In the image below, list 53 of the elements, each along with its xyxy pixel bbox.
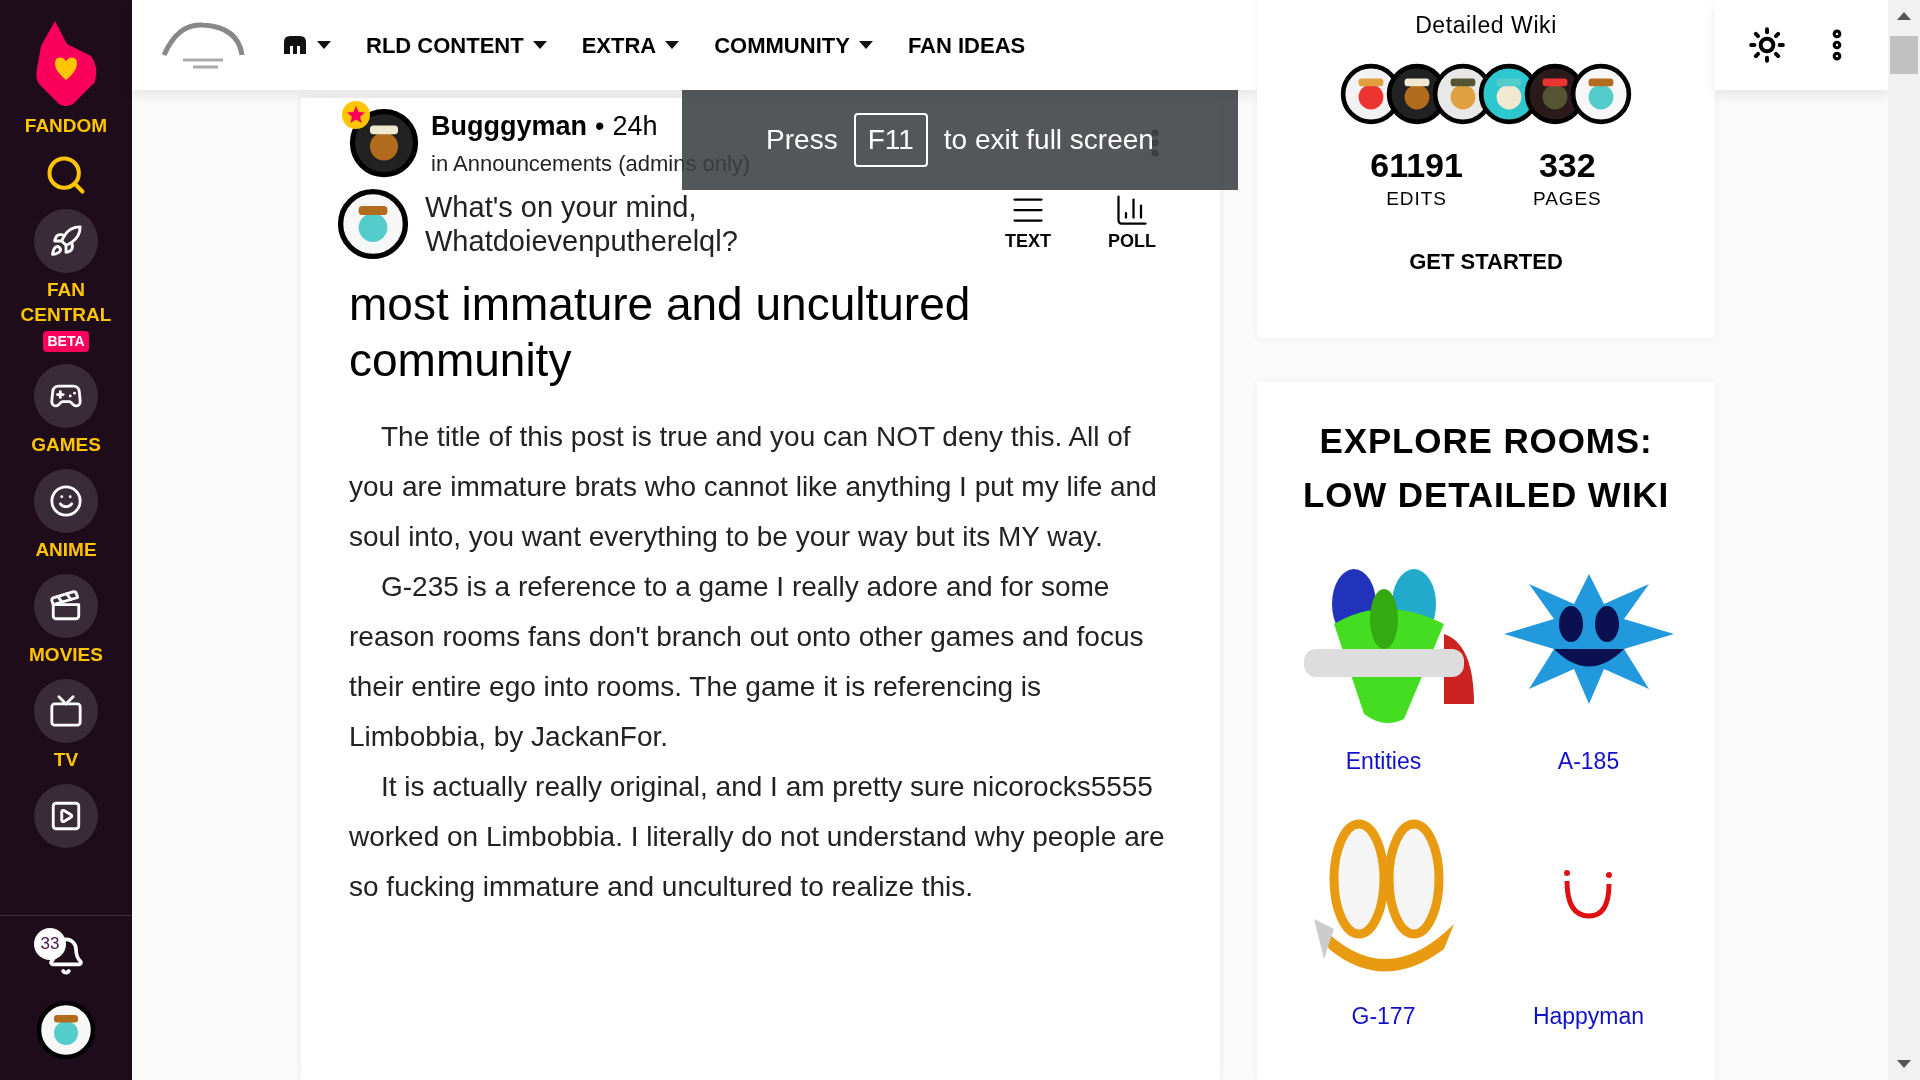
author-name[interactable]: Bugggyman <box>431 106 587 147</box>
text-button[interactable]: TEXT <box>988 192 1068 255</box>
wiki-glyph-icon <box>282 34 308 56</box>
sidebar-label[interactable]: TV <box>11 746 121 772</box>
nav-menu-button[interactable]: RLD CONTENT <box>366 28 548 62</box>
scrollbar-thumb[interactable] <box>1890 36 1918 74</box>
caret-icon <box>316 40 332 50</box>
star-badge-icon <box>341 99 371 130</box>
composer-placeholder[interactable]: What's on your mind, Whatdoievenputherelql? <box>425 189 895 258</box>
toast-text: Press <box>766 123 838 157</box>
theme-toggle-icon[interactable] <box>1747 26 1786 64</box>
explore-link[interactable]: Entities <box>1345 744 1422 779</box>
post-paragraph: The title of this post is true and you can NOT deny this. All of you are immature brats who cannot like anything I put my life and soul into, you want everything to be your way but its MY way. <box>349 419 1158 554</box>
nav-menu-button[interactable]: FAN IDEAS <box>907 28 1026 62</box>
home-menu-button[interactable] <box>282 34 332 56</box>
bar-chart-icon <box>1114 192 1150 228</box>
sidebar-label[interactable]: FAN CENTRAL <box>11 276 121 327</box>
smiley-icon <box>49 483 83 518</box>
post-time: 24h <box>612 110 658 143</box>
scroll-up-icon[interactable] <box>1897 12 1911 20</box>
stat-value: 61191 <box>1370 144 1463 185</box>
scroll-down-icon[interactable] <box>1897 1060 1911 1068</box>
explore-link[interactable]: Happyman <box>1532 998 1645 1033</box>
scrollbar[interactable] <box>1888 0 1920 1080</box>
sidebar-label[interactable]: ANIME <box>11 536 121 562</box>
nav-menu-button[interactable]: EXTRA <box>581 28 681 62</box>
rocket-icon <box>49 223 83 258</box>
explore-title: EXPLORE ROOMS: LOW DETAILED WIKI <box>1301 420 1671 516</box>
beta-badge: BETA <box>43 330 89 352</box>
poll-button[interactable]: POLL <box>1092 192 1172 255</box>
wiki-name[interactable]: Detailed Wiki <box>1415 8 1557 43</box>
nav-menu-button[interactable]: COMMUNITY <box>714 28 874 62</box>
caret-icon <box>664 40 681 50</box>
notification-count: 33 <box>34 928 66 960</box>
caret-icon <box>531 40 548 50</box>
toast-text: to exit full screen <box>943 123 1154 157</box>
explore-link[interactable]: A-185 <box>1557 744 1620 779</box>
stat-label: EDITS <box>1386 186 1447 211</box>
stat-value: 332 <box>1538 144 1596 185</box>
separator-dot: • <box>595 110 605 143</box>
sidebar-label[interactable]: MOVIES <box>11 641 121 667</box>
sidebar-label[interactable]: GAMES <box>11 431 121 457</box>
tv-icon <box>49 693 83 728</box>
get-started-button[interactable]: GET STARTED <box>1409 245 1563 278</box>
explore-link[interactable]: G-177 <box>1351 998 1416 1033</box>
key-label: F11 <box>853 113 928 167</box>
stat-label: PAGES <box>1532 186 1602 211</box>
clapperboard-icon <box>49 588 83 623</box>
brand-name: FANDOM <box>24 114 108 138</box>
post-paragraph: G-235 is a reference to a game I really adore and for some reason rooms fans don't branch out onto other games and focus their entire ego into rooms. The game it is referencing is Limbobbia, by JackanFor. <box>349 569 1145 754</box>
post-paragraph: It is actually really original, and I am pretty sure nicorocks5555 worked on Limbobbia. I literally do not understand why people are so fucking immature and uncultured to realize this. <box>349 769 1166 904</box>
caret-icon <box>857 40 874 50</box>
post-title: most immature and uncultured community <box>349 276 972 388</box>
